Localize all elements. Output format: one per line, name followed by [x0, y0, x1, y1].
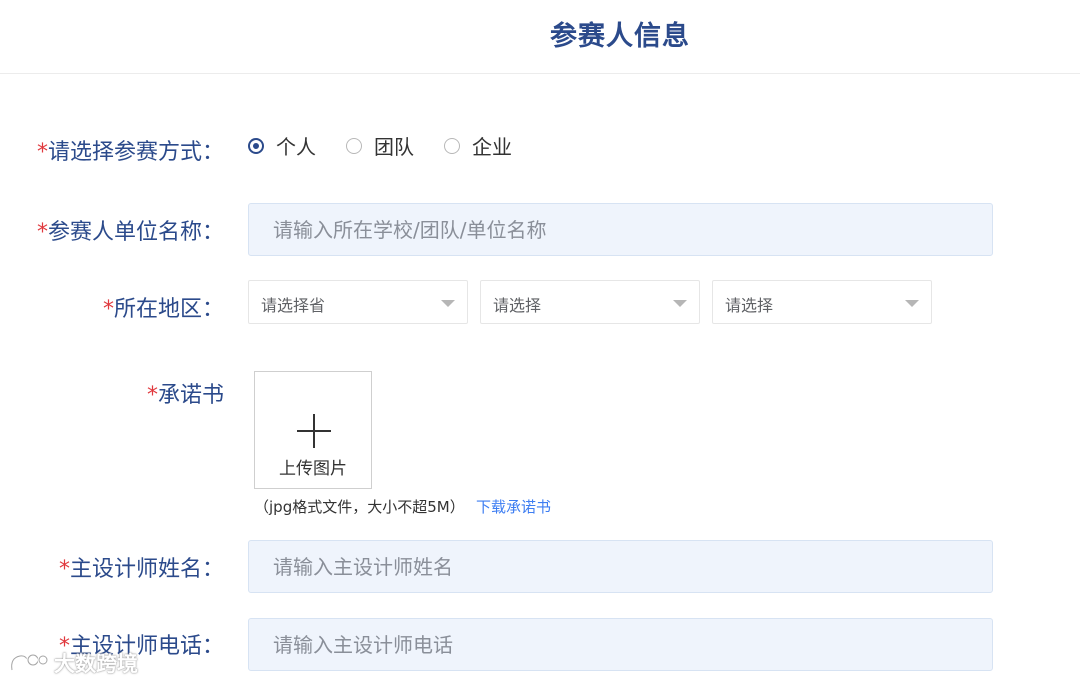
designer-name-label: *主设计师姓名： [59, 551, 224, 583]
province-select-value: 请选择省 [261, 296, 326, 315]
required-mark: * [36, 140, 48, 165]
required-mark: * [102, 297, 114, 322]
org-name-label-text: 参赛人单位名称： [47, 220, 224, 245]
watermark: 大数跨境 [8, 648, 138, 678]
district-select[interactable]: 请选择 [712, 280, 932, 324]
radio-option-individual[interactable]: 个人 [248, 131, 316, 160]
designer-name-label-text: 主设计师姓名： [69, 557, 224, 582]
radio-unchecked-icon[interactable] [444, 137, 460, 154]
pledge-label-text: 承诺书 [157, 383, 224, 408]
designer-name-input[interactable] [248, 540, 993, 593]
pledge-label: *承诺书 [147, 377, 224, 409]
download-pledge-link[interactable]: 下载承诺书 [476, 496, 551, 517]
org-name-label: *参赛人单位名称： [37, 214, 224, 246]
plus-icon [297, 414, 331, 448]
upload-hint: （jpg格式文件，大小不超5M） [254, 498, 465, 516]
chevron-down-icon [905, 300, 919, 307]
page-title: 参赛人信息 [550, 21, 690, 52]
radio-option-enterprise[interactable]: 企业 [444, 131, 512, 160]
required-mark: * [146, 383, 158, 408]
upload-image-label: 上传图片 [279, 459, 347, 479]
participation-type-label-text: 请选择参赛方式： [47, 140, 224, 165]
participation-type-label: *请选择参赛方式： [37, 134, 224, 166]
org-name-input[interactable] [248, 203, 993, 256]
city-select-value: 请选择 [493, 296, 542, 315]
required-mark: * [58, 557, 70, 582]
required-mark: * [36, 220, 48, 245]
region-label-text: 所在地区： [113, 297, 224, 322]
city-select[interactable]: 请选择 [480, 280, 700, 324]
region-label: *所在地区： [103, 291, 224, 323]
radio-unchecked-icon[interactable] [346, 137, 362, 154]
chevron-down-icon [441, 300, 455, 307]
radio-checked-icon[interactable] [248, 137, 264, 154]
chevron-down-icon [673, 300, 687, 307]
watermark-logo-icon [10, 653, 48, 671]
province-select[interactable]: 请选择省 [248, 280, 468, 324]
radio-option-team[interactable]: 团队 [346, 131, 414, 160]
district-select-value: 请选择 [725, 296, 774, 315]
radio-option-label: 企业 [472, 135, 512, 159]
radio-option-label: 个人 [276, 135, 316, 159]
participation-type-radio-group: 个人 团队 企业 [248, 131, 542, 160]
radio-option-label: 团队 [374, 135, 414, 159]
upload-image-button[interactable]: 上传图片 [254, 371, 372, 489]
watermark-text: 大数跨境 [54, 652, 138, 676]
page-header: 参赛人信息 [0, 0, 1080, 74]
designer-phone-input[interactable] [248, 618, 993, 671]
